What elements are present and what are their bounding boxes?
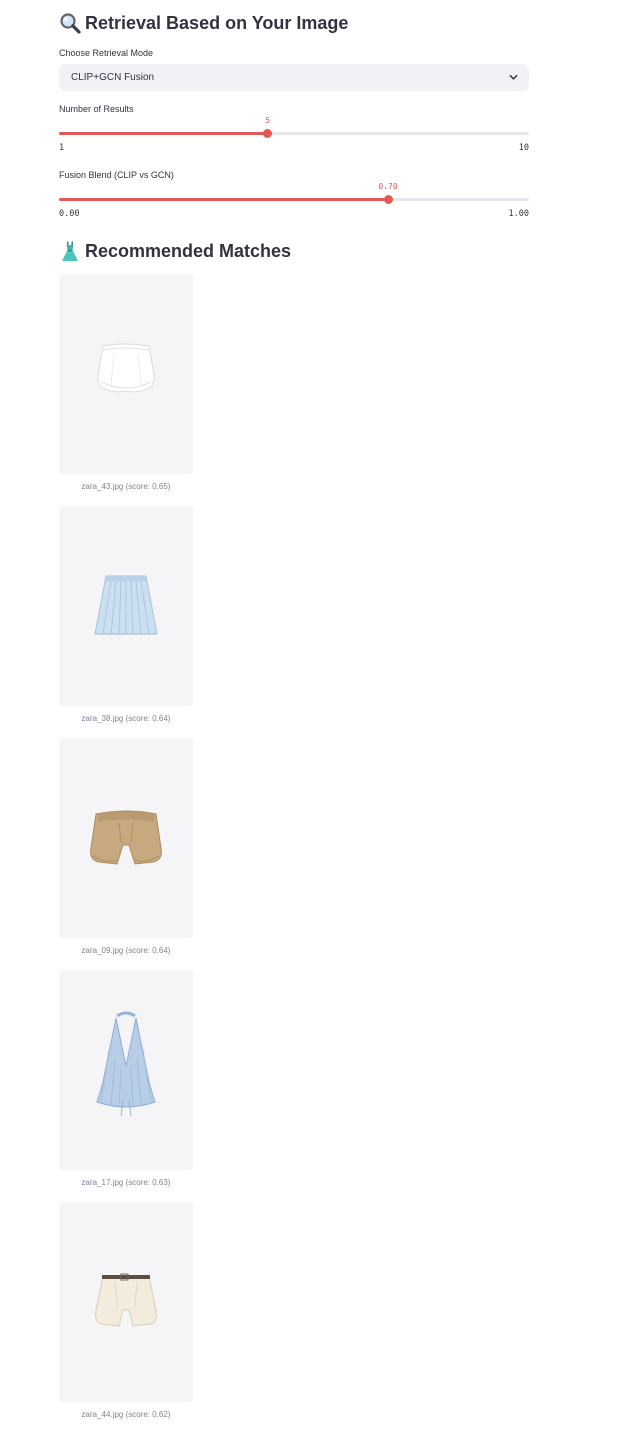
- result-image[interactable]: [59, 970, 193, 1170]
- result-card[interactable]: zara_44.jpg (score: 0.62): [59, 1202, 193, 1419]
- slider-min-label: 1: [59, 143, 65, 153]
- white-balloon-skirt-image: [97, 343, 155, 393]
- result-caption: zara_17.jpg (score: 0.63): [81, 1178, 171, 1187]
- slider-max-label: 10: [518, 143, 529, 153]
- result-caption: zara_44.jpg (score: 0.62): [81, 1410, 171, 1419]
- result-caption: zara_09.jpg (score: 0.64): [81, 946, 171, 955]
- result-card[interactable]: zara_09.jpg (score: 0.64): [59, 738, 193, 955]
- result-card[interactable]: zara_43.jpg (score: 0.65): [59, 274, 193, 491]
- result-card[interactable]: zara_17.jpg (score: 0.63): [59, 970, 193, 1187]
- result-caption: zara_38.jpg (score: 0.64): [81, 714, 171, 723]
- result-image[interactable]: [59, 274, 193, 474]
- slider-current-value: 5: [265, 116, 271, 125]
- retrieval-title: Retrieval Based on Your Image: [85, 12, 349, 33]
- slider-max-label: 1.00: [508, 209, 529, 219]
- chevron-down-icon: [509, 74, 518, 80]
- result-image[interactable]: [59, 1202, 193, 1402]
- fusion-label: Fusion Blend (CLIP vs GCN): [59, 170, 174, 180]
- results-label: Number of Results: [59, 104, 134, 114]
- retrieval-mode-select[interactable]: CLIP+GCN Fusion: [59, 64, 529, 91]
- slider-min-label: 0.00: [59, 209, 80, 219]
- matches-title: Recommended Matches: [85, 240, 292, 261]
- result-card[interactable]: zara_38.jpg (score: 0.64): [59, 506, 193, 723]
- cream-belted-shorts-image: [95, 1273, 157, 1327]
- retrieval-mode-value: CLIP+GCN Fusion: [71, 72, 155, 83]
- blue-striped-halter-top-image: [96, 1011, 156, 1117]
- khaki-paperbag-shorts-image: [90, 810, 162, 865]
- mode-label: Choose Retrieval Mode: [59, 48, 154, 58]
- slider-current-value: 0.70: [378, 182, 398, 191]
- slider-thumb[interactable]: [383, 195, 393, 204]
- slider-fill: [59, 132, 268, 135]
- slider-fill: [59, 198, 388, 201]
- magnifying-glass-icon: [60, 13, 81, 34]
- result-caption: zara_43.jpg (score: 0.65): [81, 482, 171, 491]
- matches-header: Recommended Matches: [59, 237, 291, 265]
- retrieval-header: Retrieval Based on Your Image: [59, 9, 348, 37]
- result-image[interactable]: [59, 506, 193, 706]
- dress-icon: [62, 241, 78, 261]
- slider-thumb[interactable]: [263, 129, 273, 138]
- light-blue-pleated-skirt-image: [94, 575, 158, 635]
- fusion-slider[interactable]: 0.70 0.00 1.00: [59, 182, 529, 242]
- result-image[interactable]: [59, 738, 193, 938]
